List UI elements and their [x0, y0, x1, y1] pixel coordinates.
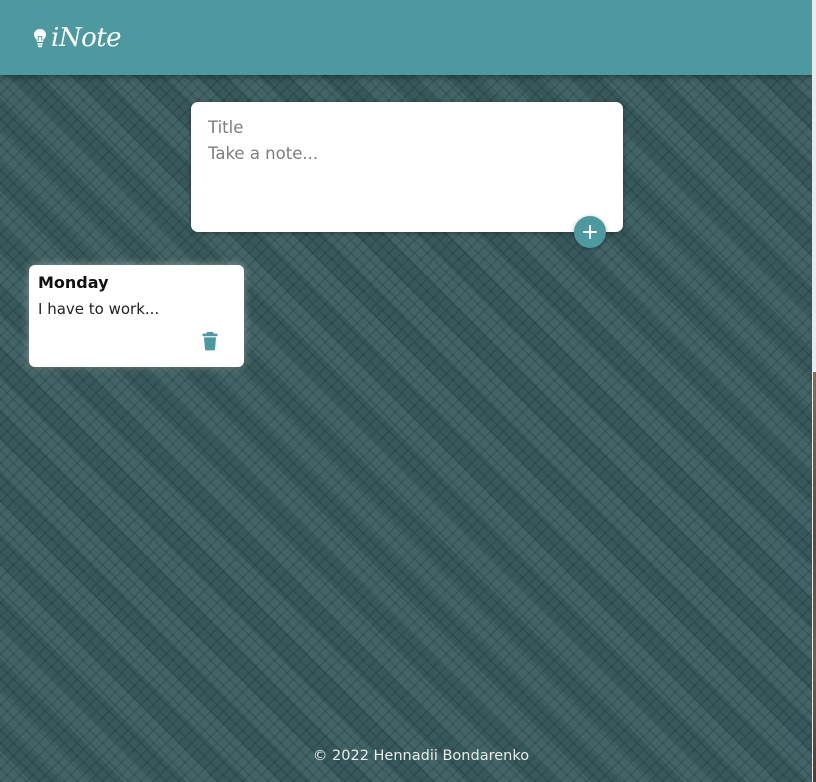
add-note-button[interactable] [574, 216, 606, 248]
app-header: iNote [0, 0, 812, 75]
lightbulb-icon [32, 27, 48, 49]
note-composer [191, 102, 623, 232]
copyright-text: © 2022 Hennadii Bondarenko [312, 748, 530, 764]
app-logo[interactable]: iNote [32, 22, 122, 53]
app-title: iNote [51, 22, 122, 53]
trash-icon [202, 332, 218, 351]
note-title: Monday [38, 273, 109, 292]
note-content-input[interactable] [208, 144, 606, 204]
plus-icon [583, 225, 597, 239]
window-edge [812, 0, 816, 782]
title-input[interactable] [208, 118, 606, 137]
delete-note-button[interactable] [201, 330, 219, 352]
note-card: Monday I have to work... [29, 265, 244, 367]
note-content: I have to work... [38, 300, 160, 318]
footer: © 2022 Hennadii Bondarenko [0, 748, 816, 764]
